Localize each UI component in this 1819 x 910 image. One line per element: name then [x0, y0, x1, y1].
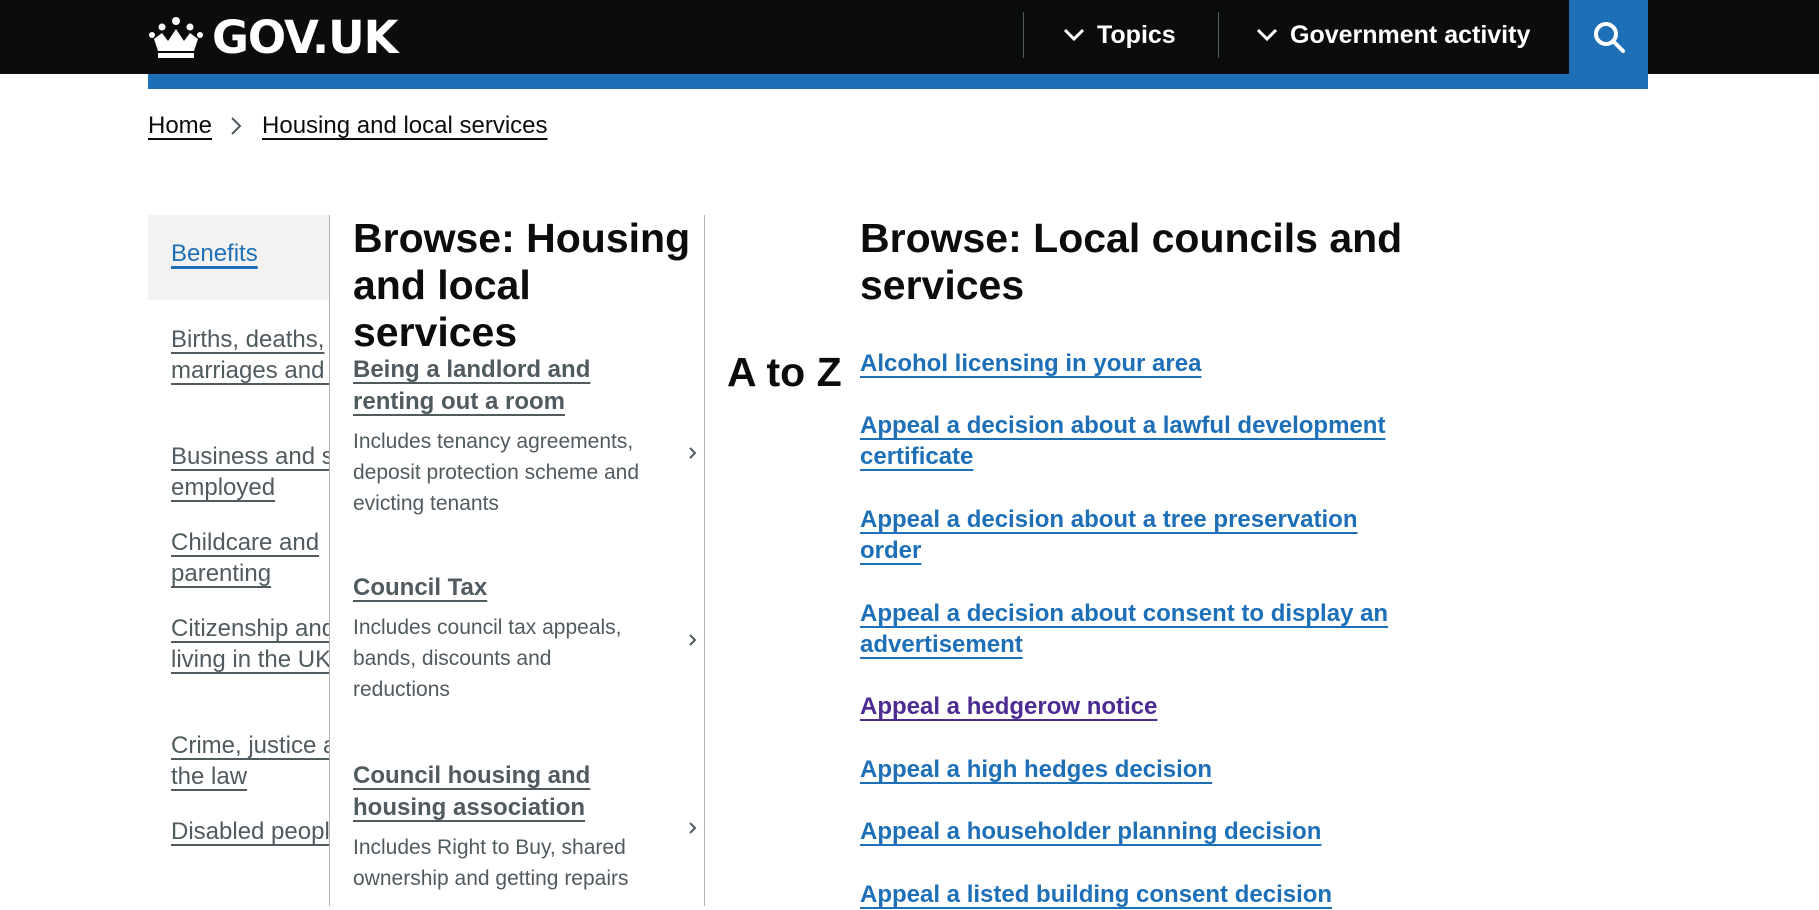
- subtopic-description: Includes tenancy agreements, deposit pro…: [353, 430, 640, 515]
- topic-link-disabled-people[interactable]: Disabled people: [171, 816, 329, 847]
- nav-divider: [1023, 12, 1024, 58]
- service-link[interactable]: Appeal a decision about a tree preservat…: [860, 504, 1420, 566]
- breadcrumb-housing-link[interactable]: Housing and local services: [262, 112, 547, 140]
- right-column-title: Browse: Local councils and services: [860, 215, 1403, 308]
- subtopic-item: Being a landlord and renting out a room …: [353, 354, 698, 519]
- topic-link-citizenship[interactable]: Citizenship and living in the UK: [171, 613, 329, 675]
- breadcrumb-home-link[interactable]: Home: [148, 112, 212, 140]
- subtopic-link-council-housing[interactable]: Council housing and housing association: [353, 760, 613, 824]
- subtopic-description: Includes Right to Buy, shared ownership …: [353, 836, 629, 890]
- service-link[interactable]: Appeal a householder planning decision: [860, 816, 1420, 847]
- topics-label: Topics: [1097, 20, 1176, 49]
- nav-divider: [1218, 12, 1219, 58]
- service-link[interactable]: Alcohol licensing in your area: [860, 348, 1420, 379]
- search-button[interactable]: [1569, 0, 1648, 74]
- chevron-right-icon: [689, 634, 697, 646]
- middle-column-title: Browse: Housing and local services: [353, 215, 691, 355]
- service-link[interactable]: Appeal a decision about consent to displ…: [860, 598, 1420, 660]
- service-link[interactable]: Appeal a high hedges decision: [860, 754, 1420, 785]
- topic-link-childcare[interactable]: Childcare and parenting: [171, 527, 329, 589]
- chevron-down-icon: [1256, 28, 1278, 42]
- topic-link-business[interactable]: Business and self-employed: [171, 441, 329, 503]
- a-to-z-heading: A to Z: [727, 349, 842, 395]
- chevron-down-icon: [1063, 28, 1085, 42]
- chevron-right-icon: [689, 447, 697, 459]
- subtopic-item: Council Tax Includes council tax appeals…: [353, 572, 698, 705]
- govuk-logo-link[interactable]: GOV.UK: [148, 10, 399, 64]
- header-accent-bar: [148, 74, 1648, 89]
- search-icon: [1593, 22, 1625, 53]
- chevron-right-icon: [689, 822, 697, 834]
- subtopic-link-council-tax[interactable]: Council Tax: [353, 572, 613, 604]
- topic-link-births-deaths[interactable]: Births, deaths, marriages and care: [171, 324, 329, 386]
- subtopics-column: Browse: Housing and local services Being…: [329, 215, 705, 906]
- crown-icon: [149, 17, 203, 58]
- subtopic-description: Includes council tax appeals, bands, dis…: [353, 616, 622, 701]
- logo-text: GOV.UK: [212, 10, 399, 64]
- site-header: GOV.UK Topics Government activity: [0, 0, 1819, 74]
- service-link[interactable]: Appeal a listed building consent decisio…: [860, 879, 1420, 910]
- topics-menu-button[interactable]: Topics: [1063, 18, 1176, 52]
- topic-link-benefits[interactable]: Benefits: [171, 238, 329, 269]
- chevron-right-icon: [231, 117, 242, 135]
- topic-link-crime-justice[interactable]: Crime, justice and the law: [171, 730, 329, 792]
- subtopic-item: Council housing and housing association …: [353, 760, 698, 894]
- service-link-visited[interactable]: Appeal a hedgerow notice: [860, 691, 1420, 722]
- government-activity-menu-button[interactable]: Government activity: [1256, 18, 1530, 52]
- topics-column: Benefits Births, deaths, marriages and c…: [148, 215, 329, 906]
- breadcrumb: Home Housing and local services: [148, 112, 548, 140]
- government-activity-label: Government activity: [1290, 20, 1531, 49]
- service-link[interactable]: Appeal a decision about a lawful develop…: [860, 410, 1420, 472]
- subtopic-link-landlord[interactable]: Being a landlord and renting out a room: [353, 354, 613, 418]
